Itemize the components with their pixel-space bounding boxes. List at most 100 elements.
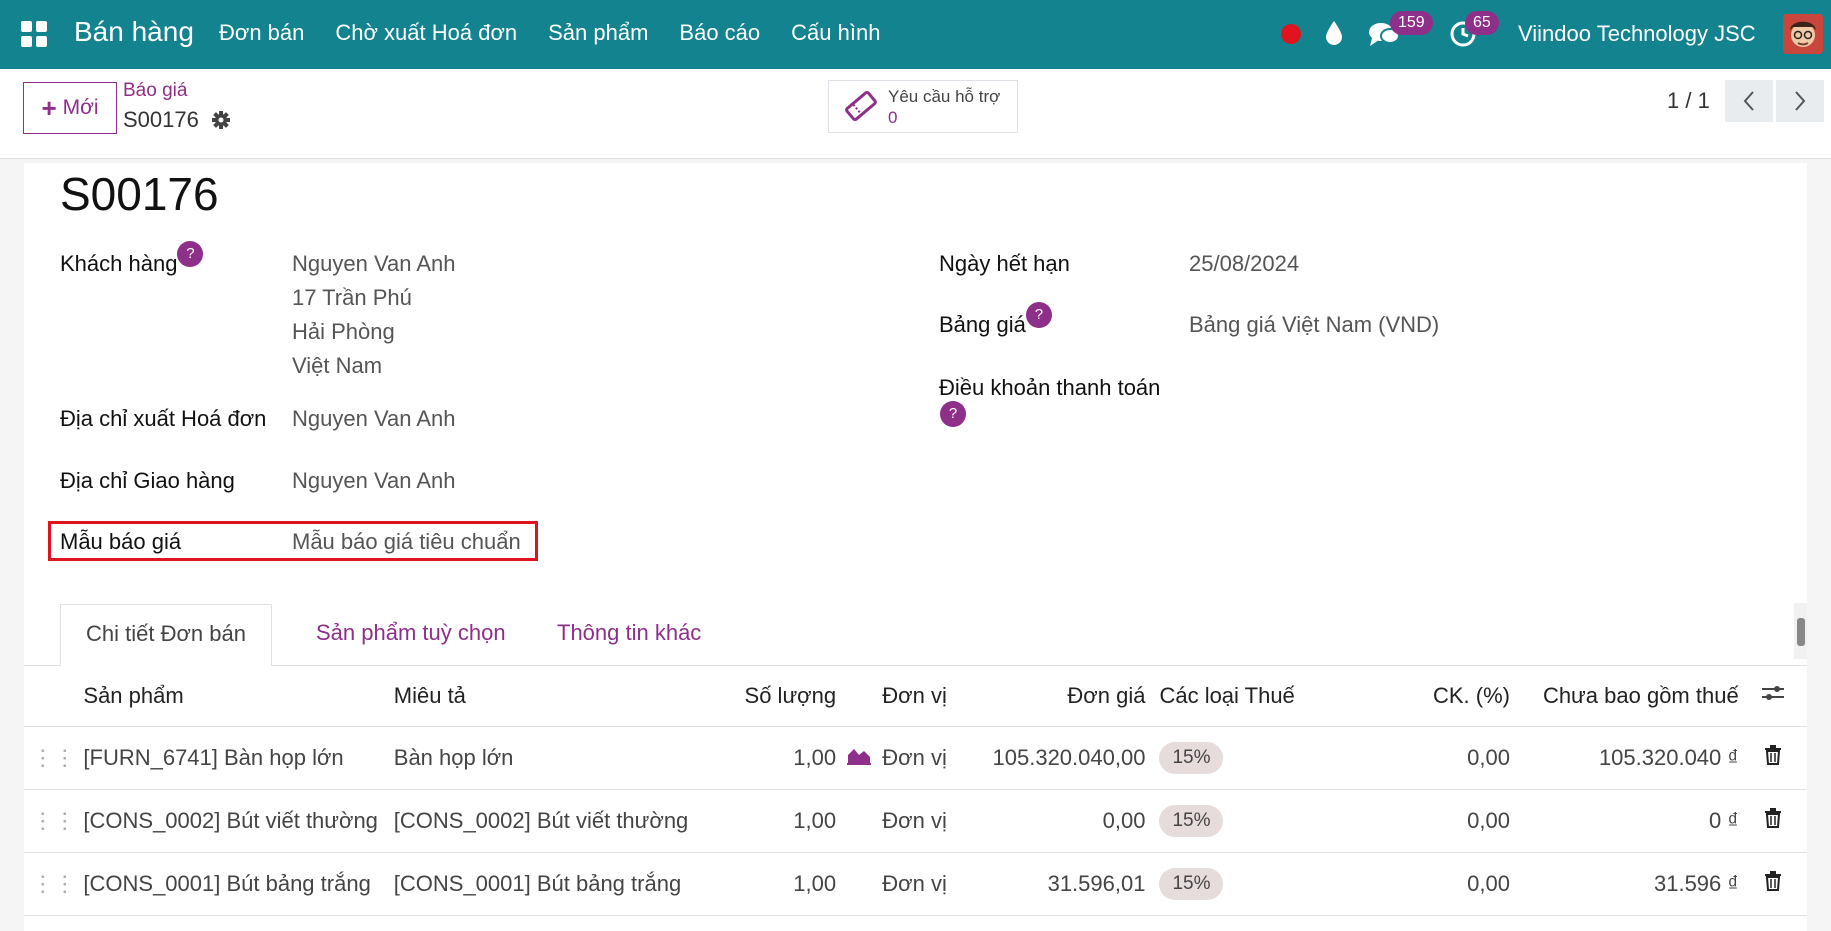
order-lines-table: Sản phẩm Miêu tả Số lượng Đơn vị Đơn giá…: [24, 666, 1807, 916]
trash-icon[interactable]: [1738, 726, 1807, 790]
new-button-label: Mới: [62, 96, 99, 119]
column-header-product[interactable]: Sản phẩm: [83, 666, 394, 727]
support-ticket-button[interactable]: Yêu cầu hỗ trợ 0: [828, 80, 1018, 133]
expiry-date-label: Ngày hết hạn: [939, 251, 1070, 276]
column-header-uom[interactable]: Đơn vị: [882, 666, 954, 727]
chevron-left-icon: [1743, 91, 1754, 111]
invoice-address-field[interactable]: Nguyen Van Anh: [292, 406, 456, 432]
forecast-header: [836, 666, 883, 727]
table-row[interactable]: ⋮⋮ [FURN_6741] Bàn họp lớn Bàn họp lớn 1…: [24, 726, 1807, 790]
row-product[interactable]: [CONS_0002] Bút viết thường: [83, 789, 394, 853]
column-header-discount[interactable]: CK. (%): [1305, 666, 1510, 727]
column-header-taxes[interactable]: Các loại Thuế: [1145, 666, 1306, 727]
form-sheet: S00176 Khách hàng? Nguyen Van Anh 17 Trầ…: [24, 163, 1807, 931]
payment-terms-label: Điều khoản thanh toán: [939, 375, 1161, 400]
row-discount[interactable]: 0,00: [1305, 726, 1510, 790]
tax-tag[interactable]: 15%: [1159, 867, 1224, 900]
drag-handle-icon[interactable]: ⋮⋮: [24, 789, 84, 853]
menu-item-reporting[interactable]: Báo cáo: [679, 20, 760, 46]
quotation-template-field[interactable]: Mẫu báo giá tiêu chuẩn: [292, 529, 521, 555]
column-header-quantity[interactable]: Số lượng: [688, 666, 837, 727]
row-discount[interactable]: 0,00: [1305, 789, 1510, 853]
forecast-cell-empty: [836, 789, 883, 853]
drag-handle-icon[interactable]: ⋮⋮: [24, 726, 84, 790]
customer-label: Khách hàng?: [60, 241, 204, 277]
gear-icon[interactable]: [211, 110, 231, 130]
forecast-cell-empty: [836, 852, 883, 916]
row-uom[interactable]: Đơn vị: [882, 726, 954, 790]
pager-previous-button[interactable]: [1725, 80, 1773, 122]
column-header-unit-price[interactable]: Đơn giá: [953, 666, 1146, 727]
row-discount[interactable]: 0,00: [1305, 852, 1510, 916]
control-panel: + Mới Báo giá S00176 Yêu cầu hỗ trợ 0 1 /…: [0, 69, 1831, 159]
customer-name[interactable]: Nguyen Van Anh: [292, 251, 456, 277]
help-icon[interactable]: ?: [1025, 302, 1052, 328]
main-menu: Đơn bán Chờ xuất Hoá đơn Sản phẩm Báo cá…: [219, 20, 911, 46]
menu-item-products[interactable]: Sản phẩm: [548, 20, 648, 46]
row-description[interactable]: [CONS_0001] Bút bảng trắng: [393, 852, 689, 916]
menu-item-to-invoice[interactable]: Chờ xuất Hoá đơn: [335, 20, 517, 46]
tab-optional-products[interactable]: Sản phẩm tuỳ chọn: [291, 604, 531, 666]
menu-item-orders[interactable]: Đơn bán: [219, 20, 304, 46]
company-name[interactable]: Viindoo Technology JSC: [1518, 21, 1756, 47]
quotation-template-label: Mẫu báo giá: [60, 529, 182, 554]
table-row[interactable]: ⋮⋮ [CONS_0002] Bút viết thường [CONS_000…: [24, 789, 1807, 853]
pager-value[interactable]: 1 / 1: [1667, 88, 1710, 114]
customer-street: 17 Trần Phú: [292, 285, 412, 310]
record-dot-icon[interactable]: [1281, 24, 1301, 44]
customer-country: Việt Nam: [292, 353, 383, 378]
column-header-description[interactable]: Miêu tả: [393, 666, 689, 727]
row-description[interactable]: Bàn họp lớn: [393, 726, 689, 790]
invoice-address-label: Địa chỉ xuất Hoá đơn: [60, 406, 267, 431]
row-uom[interactable]: Đơn vị: [882, 789, 954, 853]
row-product[interactable]: [FURN_6741] Bàn họp lớn: [83, 726, 394, 790]
record-name: S00176: [123, 107, 231, 133]
row-quantity[interactable]: 1,00: [688, 726, 837, 790]
notebook-tabs: Chi tiết Đơn bán Sản phẩm tuỳ chọn Thông…: [24, 604, 1807, 666]
activities-count-badge: 65: [1465, 11, 1499, 35]
pricelist-field[interactable]: Bảng giá Việt Nam (VND): [1189, 312, 1439, 338]
row-quantity[interactable]: 1,00: [688, 852, 837, 916]
sliders-icon: [1761, 685, 1784, 700]
menu-item-configuration[interactable]: Cấu hình: [791, 20, 880, 46]
tax-tag[interactable]: 15%: [1159, 804, 1224, 837]
apps-grid-icon[interactable]: [21, 21, 47, 47]
row-description[interactable]: [CONS_0002] Bút viết thường: [393, 789, 689, 853]
tax-tag[interactable]: 15%: [1159, 741, 1224, 774]
user-avatar[interactable]: [1783, 14, 1823, 54]
row-unit-price[interactable]: 0,00: [953, 789, 1146, 853]
help-icon[interactable]: ?: [177, 241, 204, 267]
customer-city: Hải Phòng: [292, 319, 395, 344]
drop-icon[interactable]: [1324, 20, 1344, 46]
optional-columns-toggle[interactable]: [1738, 666, 1807, 727]
tab-other-info[interactable]: Thông tin khác: [532, 604, 726, 666]
new-button[interactable]: + Mới: [23, 82, 117, 134]
order-title: S00176: [60, 168, 219, 220]
help-icon[interactable]: ?: [940, 401, 966, 427]
delivery-address-field[interactable]: Nguyen Van Anh: [292, 468, 456, 494]
scrollbar[interactable]: [1794, 603, 1807, 659]
forecast-chart-icon[interactable]: [836, 726, 883, 790]
table-row[interactable]: ⋮⋮ [CONS_0001] Bút bảng trắng [CONS_0001…: [24, 852, 1807, 916]
trash-icon[interactable]: [1738, 789, 1807, 853]
trash-icon[interactable]: [1738, 852, 1807, 916]
row-subtotal: 105.320.040 ₫: [1510, 726, 1739, 790]
row-unit-price[interactable]: 105.320.040,00: [953, 726, 1146, 790]
row-uom[interactable]: Đơn vị: [882, 852, 954, 916]
breadcrumb[interactable]: Báo giá: [123, 80, 187, 102]
expiry-date-field[interactable]: 25/08/2024: [1189, 251, 1299, 277]
plus-icon: +: [41, 92, 57, 123]
pager-next-button[interactable]: [1776, 80, 1824, 122]
row-product[interactable]: [CONS_0001] Bút bảng trắng: [83, 852, 394, 916]
row-unit-price[interactable]: 31.596,01: [953, 852, 1146, 916]
drag-handle-icon[interactable]: ⋮⋮: [24, 852, 84, 916]
support-label: Yêu cầu hỗ trợ: [888, 87, 1001, 106]
tab-order-lines[interactable]: Chi tiết Đơn bán: [60, 604, 272, 666]
app-name[interactable]: Bán hàng: [74, 16, 194, 48]
record-name-label: S00176: [123, 107, 199, 132]
column-header-subtotal[interactable]: Chưa bao gồm thuế: [1510, 666, 1739, 727]
table-header-row: Sản phẩm Miêu tả Số lượng Đơn vị Đơn giá…: [24, 666, 1807, 727]
pricelist-label-text: Bảng giá: [939, 312, 1026, 337]
messages-count-badge: 159: [1390, 11, 1433, 35]
row-quantity[interactable]: 1,00: [688, 789, 837, 853]
